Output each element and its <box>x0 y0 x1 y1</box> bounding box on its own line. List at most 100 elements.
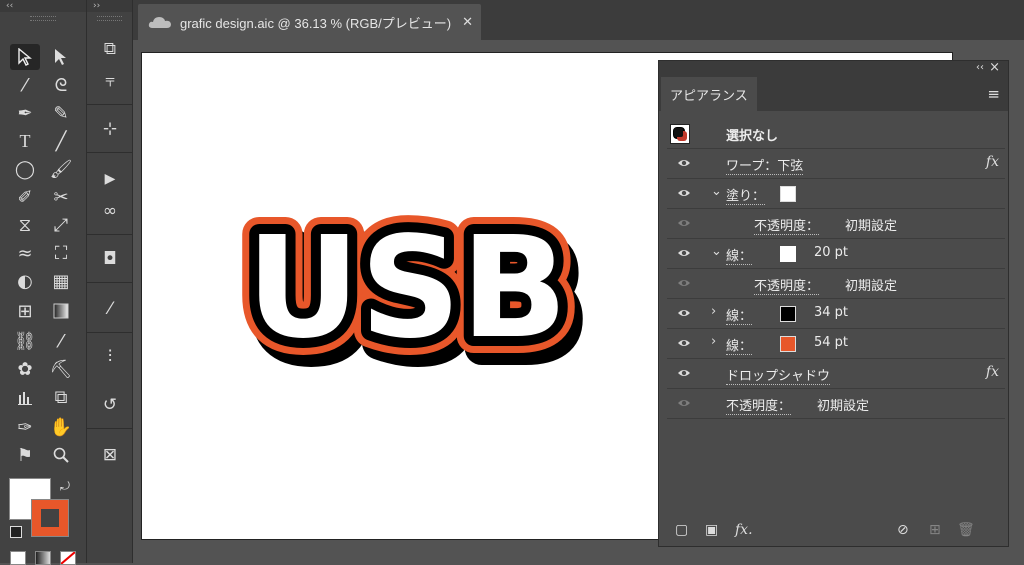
ellipse-tool-icon[interactable]: ◯ <box>10 156 40 182</box>
stroke-label[interactable]: 線： <box>726 245 753 265</box>
opacity-link[interactable]: 不透明度： <box>754 275 820 295</box>
tools-grip[interactable] <box>30 16 56 21</box>
visibility-eye-icon[interactable] <box>677 216 691 230</box>
visibility-eye-icon[interactable] <box>677 156 691 170</box>
dock-grip[interactable] <box>97 16 122 21</box>
opacity-link[interactable]: 不透明度： <box>726 395 792 415</box>
chevron-right-icon[interactable]: › <box>711 334 716 349</box>
close-icon[interactable]: ✕ <box>462 14 473 30</box>
paintbrush-tool-icon[interactable]: 🖌 <box>46 156 76 182</box>
width-tool-icon[interactable]: ≈ <box>10 240 40 266</box>
gradient-tool-icon[interactable] <box>46 298 76 324</box>
stroke-weight-value[interactable]: 20 pt <box>814 245 848 260</box>
visibility-eye-icon[interactable] <box>677 396 691 410</box>
hand-tool-icon[interactable]: ✋ <box>46 414 76 440</box>
appearance-row-drop-shadow[interactable]: ドロップシャドウ fx <box>667 359 1005 389</box>
artboard-tool-icon[interactable]: ⧉ <box>46 384 76 410</box>
opacity-link[interactable]: 不透明度： <box>754 215 820 235</box>
stroke-label[interactable]: 線： <box>726 335 753 355</box>
visibility-eye-icon[interactable] <box>677 366 691 380</box>
delete-item-icon[interactable]: 🗑 <box>957 522 975 538</box>
appearance-row-warp[interactable]: ワープ：下弦 fx <box>667 149 1005 179</box>
stroke-weight-value[interactable]: 54 pt <box>814 335 848 350</box>
stroke-weight-value[interactable]: 34 pt <box>814 305 848 320</box>
edit-toolbar-icon[interactable]: ⚑ <box>10 442 40 468</box>
clear-appearance-icon[interactable]: ⊘ <box>897 522 909 538</box>
history-panel-icon[interactable]: ↺ <box>95 392 125 418</box>
fx-icon[interactable]: fx <box>986 364 999 380</box>
visibility-eye-icon[interactable] <box>677 186 691 200</box>
image-trace-panel-icon[interactable]: ◘ <box>95 246 125 272</box>
slice-tool-icon[interactable]: ✑ <box>10 414 40 440</box>
symbol-sprayer-tool-icon[interactable]: ✿ <box>10 356 40 382</box>
appearance-row-fill-opacity[interactable]: 不透明度： 初期設定 <box>667 209 1005 239</box>
reflect-tool-icon[interactable]: ⧖ <box>10 212 40 238</box>
dock-expand-button[interactable]: ›› <box>87 0 132 12</box>
graph-tool-icon[interactable] <box>10 384 40 410</box>
transform-panel-icon[interactable]: ⧉ <box>95 36 125 62</box>
visibility-eye-icon[interactable] <box>677 276 691 290</box>
visibility-eye-icon[interactable] <box>677 246 691 260</box>
appearance-panel-titlebar[interactable]: ‹‹ × <box>659 60 1008 77</box>
appearance-row-stroke-20[interactable]: ⌄ 線： 20 pt <box>667 239 1005 269</box>
navigator-panel-icon[interactable]: ⊠ <box>95 442 125 468</box>
stroke-label[interactable]: 線： <box>726 305 753 325</box>
appearance-row-fill[interactable]: ⌄ 塗り： <box>667 179 1005 209</box>
type-tool-icon[interactable]: T <box>10 128 40 154</box>
chevron-right-icon[interactable]: › <box>711 304 716 319</box>
panel-collapse-button[interactable]: ‹‹ <box>976 62 984 73</box>
scale-tool-icon[interactable]: ⤢ <box>46 212 76 238</box>
visibility-eye-icon[interactable] <box>677 306 691 320</box>
appearance-row-object-opacity[interactable]: 不透明度： 初期設定 <box>667 389 1005 419</box>
appearance-row-stroke-opacity[interactable]: 不透明度： 初期設定 <box>667 269 1005 299</box>
magic-wand-tool-icon[interactable]: ⁄ <box>10 72 40 98</box>
add-fill-icon[interactable]: ▣ <box>705 522 718 538</box>
stroke-color-swatch[interactable] <box>780 336 796 352</box>
default-colors-icon[interactable] <box>10 526 22 538</box>
magic-panel-icon[interactable]: ⁄ <box>95 296 125 322</box>
tab-appearance[interactable]: アピアランス <box>661 77 757 111</box>
scissors-tool-icon[interactable]: ✂ <box>46 184 76 210</box>
appearance-row-selection[interactable]: 選択なし <box>667 119 1005 149</box>
swap-colors-icon[interactable]: ⤾ <box>60 479 70 494</box>
line-tool-icon[interactable]: ╱ <box>46 128 76 154</box>
pathfinder-panel-icon[interactable]: ⊹ <box>95 116 125 142</box>
chevron-down-icon[interactable]: ⌄ <box>711 184 722 199</box>
stroke-color-swatch[interactable] <box>780 306 796 322</box>
distribute-panel-icon[interactable]: ⫶ <box>95 344 125 370</box>
selection-tool-icon[interactable] <box>10 44 40 70</box>
warp-effect-link[interactable]: ワープ：下弦 <box>726 155 804 175</box>
perspective-grid-tool-icon[interactable]: ▦ <box>46 268 76 294</box>
lasso-tool-icon[interactable]: ᘓ <box>46 72 76 98</box>
appearance-row-stroke-54[interactable]: › 線： 54 pt <box>667 329 1005 359</box>
stroke-color-swatch[interactable] <box>780 246 796 262</box>
zoom-tool-icon[interactable] <box>46 442 76 468</box>
shape-builder-tool-icon[interactable]: ◐ <box>10 268 40 294</box>
tools-collapse-button[interactable]: ‹‹ <box>0 0 86 12</box>
panel-close-button[interactable]: × <box>989 60 1000 75</box>
duplicate-item-icon[interactable]: ⊞ <box>929 522 941 538</box>
curvature-tool-icon[interactable]: ✎ <box>46 100 76 126</box>
mesh-tool-icon[interactable]: ⊞ <box>10 298 40 324</box>
fill-color-swatch[interactable] <box>780 186 796 202</box>
visibility-eye-icon[interactable] <box>677 336 691 350</box>
add-stroke-icon[interactable]: ▢ <box>675 522 688 538</box>
actions-panel-icon[interactable]: ▶ <box>95 166 125 192</box>
live-paint-tool-icon[interactable]: ⛏ <box>46 356 76 382</box>
free-transform-tool-icon[interactable]: ⛶ <box>46 240 76 266</box>
chevron-down-icon[interactable]: ⌄ <box>711 244 722 259</box>
direct-selection-tool-icon[interactable] <box>46 44 76 70</box>
fx-icon[interactable]: fx <box>986 154 999 170</box>
stroke-swatch[interactable] <box>31 499 69 537</box>
panel-menu-icon[interactable]: ≡ <box>987 85 1000 103</box>
shaper-tool-icon[interactable]: ✐ <box>10 184 40 210</box>
appearance-row-stroke-34[interactable]: › 線： 34 pt <box>667 299 1005 329</box>
align-panel-icon[interactable]: ⫧ <box>95 68 125 94</box>
fill-label[interactable]: 塗り： <box>726 185 766 205</box>
add-effect-fx-icon[interactable]: fx. <box>735 522 753 538</box>
links-panel-icon[interactable]: ∞ <box>95 198 125 224</box>
document-tab[interactable]: grafic design.aic @ 36.13 % (RGB/プレビュー) … <box>138 4 481 40</box>
eyedropper-tool-icon[interactable]: ⁄ <box>46 328 76 354</box>
pen-tool-icon[interactable]: ✒ <box>10 100 40 126</box>
drop-shadow-link[interactable]: ドロップシャドウ <box>726 365 831 385</box>
